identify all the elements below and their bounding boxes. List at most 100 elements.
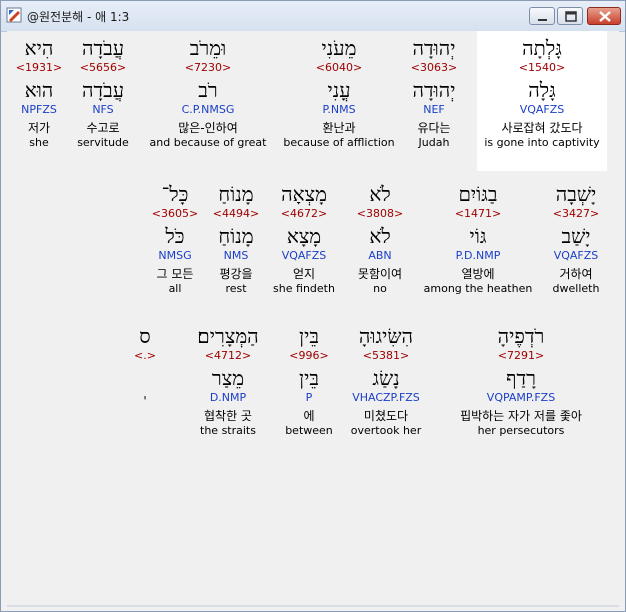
hebrew-word: עֲבֹדָה — [81, 36, 125, 60]
word-cell[interactable]: כָּל־ <3605> כֹּל NMSG 그 모든 all — [147, 177, 203, 296]
word-cell[interactable]: הַמְּצָרִים׃ <4712> מֵצַר D.NMP 협착한 곳 th… — [183, 319, 273, 438]
strong-number[interactable]: <3808> — [343, 207, 417, 221]
close-button[interactable] — [587, 7, 621, 25]
parsing-code: VHACZP.FZS — [352, 391, 420, 404]
lemma: מָנוֹחַ — [218, 224, 254, 248]
word-cell[interactable]: וּמֵרֹב <7230> רֹב C.P.NMSG 많은-인하여 and b… — [145, 31, 271, 150]
strong-number[interactable]: <1471> — [419, 207, 537, 221]
word-cell[interactable]: מָצְאָה <4672> מָצָא VQAFZS 얻지 she finde… — [269, 177, 339, 296]
parsing-code: C.P.NMSG — [181, 103, 235, 116]
hebrew-word: מָצְאָה — [281, 182, 327, 206]
hebrew-word: בַגּוֹיִם — [458, 182, 498, 206]
korean-gloss: 핍박하는 자가 저를 좇아 — [460, 409, 582, 423]
word-cell[interactable]: יָשְׁבָה <3427> יָשַׁב VQAFZS 거하여 dwelle… — [539, 177, 613, 296]
word-cell[interactable]: לֹא <3808> לֹא ABN 못함이여 no — [343, 177, 417, 296]
parsing-code: NMS — [223, 249, 249, 262]
strong-number[interactable]: <3063> — [399, 61, 469, 75]
word-cell[interactable]: בֵּין <996> בֵּין P 에 between — [281, 319, 337, 438]
lemma: עֳנִי — [327, 78, 351, 102]
parsing-code: P.D.NMP — [455, 249, 501, 262]
parsing-code: VQPAMP.FZS — [486, 391, 556, 404]
english-gloss: no — [373, 282, 387, 295]
korean-gloss: 협착한 곳 — [204, 409, 252, 423]
english-gloss: servitude — [77, 136, 129, 149]
english-gloss: she findeth — [273, 282, 335, 295]
strong-number[interactable]: <4672> — [269, 207, 339, 221]
minimize-button[interactable] — [529, 7, 555, 25]
lemma — [131, 365, 159, 391]
lemma: גּוֹי — [469, 224, 487, 248]
word-cell[interactable]: עֲבֹדָה <5656> עֲבֹדָה NFS 수고로 servitude — [69, 31, 137, 150]
korean-gloss: 평강을 — [219, 267, 253, 281]
word-cell[interactable]: גָּלְתָה <1540> גָּלָה VQAFZS 사로잡혀 갔도다 i… — [477, 31, 607, 171]
strong-number[interactable]: <5656> — [69, 61, 137, 75]
english-gloss: dwelleth — [552, 282, 600, 295]
korean-gloss: 열방에 — [461, 267, 495, 281]
title-bar[interactable]: @원전분해 - 애 1:3 — [1, 1, 625, 32]
strong-number[interactable]: <3605> — [147, 207, 203, 221]
strong-number[interactable]: <4494> — [207, 207, 265, 221]
lemma: מָצָא — [286, 224, 322, 248]
korean-gloss: 유다는 — [417, 121, 451, 135]
english-gloss: is gone into captivity — [484, 136, 600, 149]
word-cell[interactable]: הִיא <1931> הוּא NPFZS 저가 she — [11, 31, 67, 150]
word-cell[interactable]: מֵעֹנִי <6040> עֳנִי P.NMS 환난과 because o… — [279, 31, 399, 150]
parsing-code: ABN — [368, 249, 392, 262]
parsing-code: NMSG — [158, 249, 192, 262]
english-gloss: and because of great — [149, 136, 267, 149]
lemma: עֲבֹדָה — [81, 78, 125, 102]
lemma: הוּא — [24, 78, 54, 102]
parsing-code: VQAFZS — [519, 103, 565, 116]
english-gloss: the straits — [200, 424, 256, 437]
hebrew-word: הִשִּׂיגוּהָ — [358, 324, 414, 348]
strong-number[interactable]: <7230> — [145, 61, 271, 75]
lemma: בֵּין — [299, 366, 319, 390]
hebrew-word: הִיא — [24, 36, 54, 60]
strong-number[interactable]: <4712> — [183, 349, 273, 363]
lemma: רָדַף — [506, 366, 536, 390]
strong-number[interactable]: <.> — [131, 349, 159, 363]
app-icon — [6, 7, 22, 23]
hebrew-word: יָשְׁבָה — [555, 182, 597, 206]
english-gloss: between — [285, 424, 333, 437]
parsing-code: NEF — [423, 103, 445, 116]
strong-number[interactable]: <5381> — [341, 349, 431, 363]
word-cell[interactable]: רֹדְפֶיהָ <7291> רָדַף VQPAMP.FZS 핍박하는 자… — [433, 319, 609, 438]
english-gloss: all — [168, 282, 182, 295]
korean-gloss: 얻지 — [292, 267, 316, 281]
strong-number[interactable]: <1931> — [11, 61, 67, 75]
parsing-code: D.NMP — [209, 391, 247, 404]
korean-gloss: 환난과 — [322, 121, 356, 135]
korean-gloss: 많은-인하여 — [178, 121, 238, 135]
hebrew-word: גָּלְתָה — [522, 36, 562, 60]
maximize-button[interactable] — [557, 7, 583, 25]
hebrew-word: וּמֵרֹב — [189, 36, 227, 60]
strong-number[interactable]: <3427> — [539, 207, 613, 221]
korean-gloss: 사로잡혀 갔도다 — [501, 121, 583, 135]
lemma: יָשַׁב — [561, 224, 591, 248]
word-cell[interactable]: ס <.> ' — [131, 319, 159, 409]
close-icon — [599, 11, 611, 22]
word-cell[interactable]: יְהוּדָה <3063> יְהוּדָה NEF 유다는 Judah — [399, 31, 469, 150]
word-cell[interactable]: בַגּוֹיִם <1471> גּוֹי P.D.NMP 열방에 among… — [419, 177, 537, 296]
window-title: @원전분해 - 애 1:3 — [27, 10, 130, 24]
strong-number[interactable]: <7291> — [433, 349, 609, 363]
word-cell[interactable]: מָנוֹחַ <4494> מָנוֹחַ NMS 평강을 rest — [207, 177, 265, 296]
parsing-code: NPFZS — [21, 103, 57, 116]
english-gloss: her persecutors — [477, 424, 565, 437]
hebrew-word: מֵעֹנִי — [321, 36, 357, 60]
english-gloss: she — [29, 136, 49, 149]
parsing-code: VQAFZS — [281, 249, 327, 262]
strong-number[interactable]: <1540> — [477, 61, 607, 75]
strong-number[interactable]: <996> — [281, 349, 337, 363]
korean-gloss: 저가 — [27, 121, 51, 135]
strong-number[interactable]: <6040> — [279, 61, 399, 75]
parsing-code: P.NMS — [322, 103, 356, 116]
lemma: נָשַׂג — [372, 366, 400, 390]
lemma: מֵצַר — [211, 366, 245, 390]
english-gloss: rest — [225, 282, 247, 295]
english-gloss: among the heathen — [423, 282, 533, 295]
word-cell[interactable]: הִשִּׂיגוּהָ <5381> נָשַׂג VHACZP.FZS 미쳤… — [341, 319, 431, 438]
lemma: גָּלָה — [528, 78, 556, 102]
hebrew-word: הַמְּצָרִים׃ — [197, 324, 259, 348]
